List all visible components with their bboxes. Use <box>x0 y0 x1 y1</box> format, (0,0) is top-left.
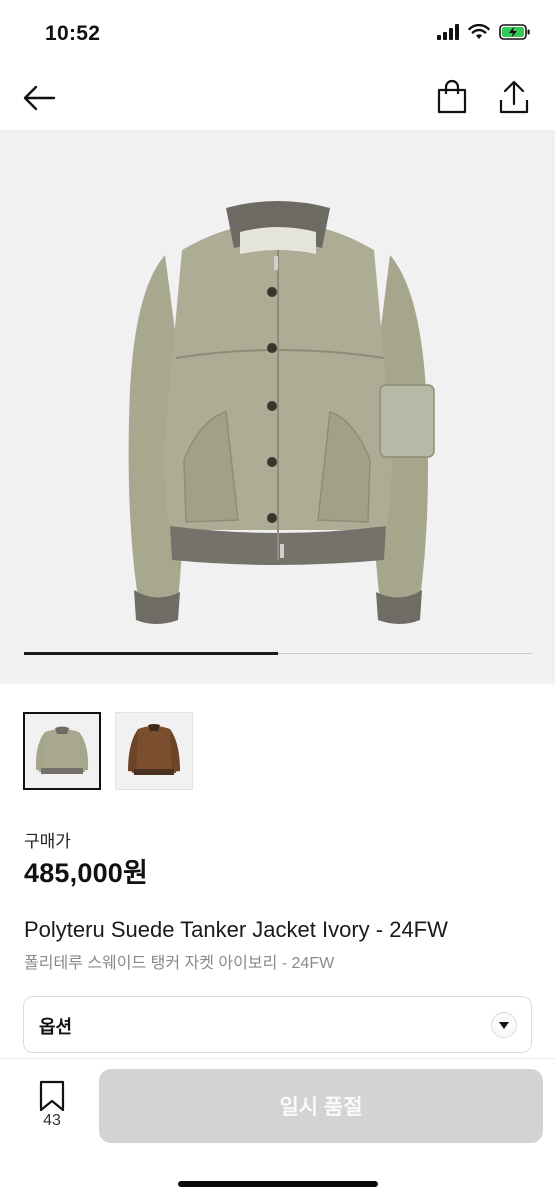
jacket-illustration <box>128 201 435 624</box>
product-title-en: Polyteru Suede Tanker Jacket Ivory - 24F… <box>24 917 448 942</box>
product-image[interactable] <box>0 130 555 684</box>
price-label: 구매가 <box>24 832 71 851</box>
status-time: 10:52 <box>45 22 101 45</box>
bookmark-count: 43 <box>43 1112 61 1129</box>
shopping-bag-icon[interactable] <box>434 78 470 118</box>
thumbnail-ivory[interactable] <box>23 712 101 790</box>
option-label: 옵션 <box>39 1017 73 1037</box>
price: 485,000원 <box>24 858 149 888</box>
status-icons <box>437 24 531 40</box>
home-indicator <box>178 1181 378 1187</box>
signal-icon <box>437 24 459 40</box>
product-title-ko: 폴리테루 스웨이드 탱커 자켓 아이보리 - 24FW <box>24 955 335 972</box>
gallery-progress-fill <box>24 652 278 655</box>
chevron-down-icon <box>491 1012 517 1038</box>
back-arrow-icon[interactable] <box>20 78 60 118</box>
bottom-bar-divider <box>0 1058 555 1059</box>
share-icon[interactable] <box>496 78 532 118</box>
bookmark-icon[interactable] <box>38 1080 66 1112</box>
sold-out-button[interactable]: 일시 품절 <box>99 1069 543 1143</box>
option-select[interactable]: 옵션 <box>23 996 532 1053</box>
thumbnail-brown[interactable] <box>115 712 193 790</box>
battery-charging-icon <box>499 24 530 40</box>
thumbnail-brown-image <box>128 724 180 775</box>
wifi-icon <box>468 24 490 39</box>
thumbnail-ivory-image <box>35 726 89 774</box>
